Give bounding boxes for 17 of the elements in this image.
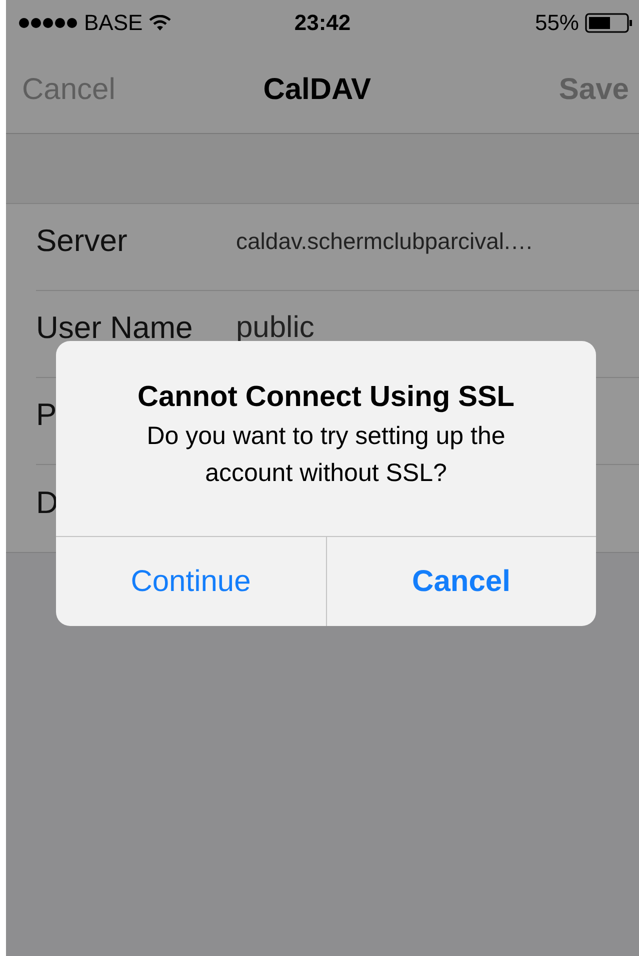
battery-icon	[585, 13, 633, 33]
carrier-name: BASE	[84, 10, 143, 36]
alert-cancel-button[interactable]: Cancel	[326, 537, 596, 626]
alert-message: Do you want to try setting up the account without SSL?	[146, 421, 506, 489]
field-value[interactable]: caldav.schermclubparcival.…	[236, 228, 534, 254]
screen-title: CalDAV	[263, 72, 372, 106]
field-label: D	[36, 484, 58, 520]
signal-icon	[18, 17, 78, 29]
field-value[interactable]: public	[236, 311, 314, 345]
field-label: P	[36, 397, 57, 432]
battery-percent: 55%	[534, 10, 579, 36]
clock-time: 23:42	[294, 10, 351, 36]
continue-button[interactable]: Continue	[56, 537, 326, 626]
field-label: Server	[36, 223, 128, 258]
wifi-icon	[148, 15, 171, 31]
field-label: User Name	[36, 310, 193, 345]
alert-title: Cannot Connect Using SSL	[138, 381, 514, 414]
